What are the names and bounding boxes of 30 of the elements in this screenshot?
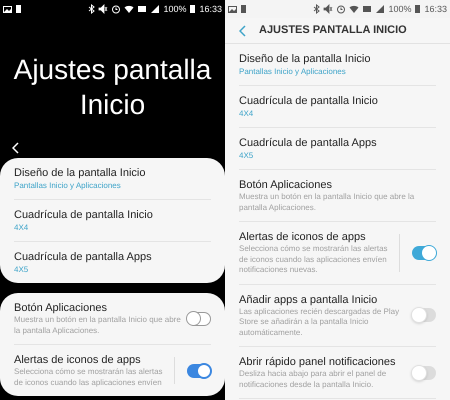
setting-description: Las aplicaciones recién descargadas de Play Store se añadirán a la pantalla Inicio automáticamente. bbox=[239, 306, 400, 338]
setting-description: Selecciona cómo se mostrarán las alertas de iconos cuando las aplicaciones envíen notificaciones nuevas. bbox=[239, 244, 389, 276]
setting-title: Alertas de iconos de apps bbox=[14, 353, 142, 367]
setting-value: Pantallas Inicio y Aplicaciones bbox=[239, 66, 347, 77]
clock-time: 16:33 bbox=[199, 4, 222, 14]
setting-title: Cuadrícula de pantalla Inicio bbox=[14, 208, 154, 222]
setting-title: Cuadrícula de pantalla Apps bbox=[239, 136, 378, 150]
setting-value: 4X4 bbox=[14, 222, 30, 233]
setting-title: Diseño de la pantalla Inicio bbox=[14, 166, 146, 180]
setting-title: Diseño de la pantalla Inicio bbox=[239, 52, 372, 66]
setting-title: Botón Aplicaciones bbox=[239, 178, 333, 192]
setting-title: Cuadrícula de pantalla Inicio bbox=[239, 94, 379, 108]
setting-description: Muestra un botón en la pantalla Inicio que abre la pantalla Aplicaciones. bbox=[14, 315, 181, 336]
setting-title: Alertas de iconos de apps bbox=[239, 230, 367, 244]
setting-description: Desliza hacia abajo para abrir el panel de notificaciones desde la pantalla Inicio. bbox=[239, 369, 388, 390]
setting-title: Añadir apps a pantalla Inicio bbox=[239, 292, 378, 306]
setting-description: Muestra un botón en la pantalla Inicio que abre la pantalla Aplicaciones. bbox=[239, 192, 416, 213]
setting-value: 4X4 bbox=[239, 108, 254, 119]
setting-title: Abrir rápido panel notificaciones bbox=[239, 355, 397, 369]
page-title: Ajustes pantalla Inicio bbox=[12, 53, 212, 122]
page-title: AJUSTES PANTALLA INICIO bbox=[259, 23, 407, 38]
setting-value: Pantallas Inicio y Aplicaciones bbox=[14, 180, 122, 191]
setting-value: 4X5 bbox=[239, 150, 254, 161]
setting-value: 4X5 bbox=[14, 264, 30, 275]
clock-time: 16:33 bbox=[424, 4, 447, 14]
battery-percent: 100% bbox=[388, 4, 412, 14]
setting-title: Botón Aplicaciones bbox=[14, 301, 108, 315]
setting-description: Selecciona cómo se mostrarán las alertas de iconos cuando las aplicaciones envíen bbox=[14, 367, 164, 388]
setting-title: Cuadrícula de pantalla Apps bbox=[14, 250, 153, 264]
battery-percent: 100% bbox=[163, 4, 186, 14]
